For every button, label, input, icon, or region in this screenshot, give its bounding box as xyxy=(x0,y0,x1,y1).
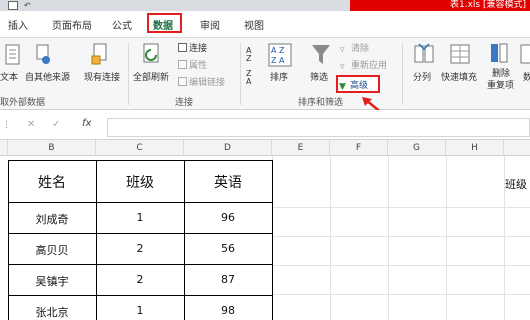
data-validation-icon xyxy=(520,44,530,64)
sort-z-a-button[interactable]: Z A xyxy=(246,70,256,86)
table-cell[interactable]: 张北京 xyxy=(8,304,96,320)
cancel-icon[interactable]: ✕ xyxy=(27,119,35,130)
fx-icon[interactable]: fx xyxy=(82,118,91,129)
window-title: 表1.xls [兼容模式] xyxy=(450,0,526,10)
flash-fill-button[interactable]: 快速填充 xyxy=(441,70,477,83)
name-box-dots: ⋮ xyxy=(2,120,11,130)
table-cell[interactable]: 吴镇宇 xyxy=(8,273,96,289)
flash-fill-icon xyxy=(450,44,470,64)
remove-duplicates-icon xyxy=(491,43,508,63)
ribbon: 文本 自其他来源 现有连接 取外部数据 全部刷新 连接 属性 编辑链接 连接 A… xyxy=(0,37,530,110)
table-header-english[interactable]: 英语 xyxy=(184,172,272,192)
formula-input[interactable] xyxy=(107,118,530,137)
table-header-class[interactable]: 班级 xyxy=(96,172,184,192)
edit-links-icon xyxy=(178,77,187,86)
text-to-columns-icon xyxy=(414,43,434,63)
filter-button[interactable]: 筛选 xyxy=(310,70,328,83)
table-cell[interactable]: 87 xyxy=(184,273,272,286)
filter-icon xyxy=(312,45,330,64)
clear-button[interactable]: ▿ 清除 xyxy=(340,41,370,55)
text-to-columns-button[interactable]: 分列 xyxy=(413,70,431,83)
clear-icon: ▿ xyxy=(340,45,345,55)
refresh-all-button[interactable]: 全部刷新 xyxy=(133,70,169,83)
svg-text:Z A: Z A xyxy=(271,56,285,65)
clear-label: 清除 xyxy=(351,44,370,54)
table-cell[interactable]: 98 xyxy=(184,304,272,317)
sort-button[interactable]: 排序 xyxy=(270,70,288,83)
from-text-icon xyxy=(5,44,20,65)
column-header-b[interactable]: B xyxy=(8,140,96,156)
table-cell[interactable]: 2 xyxy=(96,273,184,286)
tab-view[interactable]: 视图 xyxy=(244,17,264,32)
advanced-filter-label: 高级 xyxy=(350,81,369,91)
table-cell[interactable]: 1 xyxy=(96,211,184,224)
data-validation-button[interactable]: 数 xyxy=(523,70,530,83)
ribbon-tabs: 插入 页面布局 公式 数据 审阅 视图 xyxy=(0,11,530,37)
properties-button[interactable]: 属性 xyxy=(178,58,207,71)
from-other-sources-button[interactable]: 自其他来源 xyxy=(25,70,70,83)
tab-data-highlight xyxy=(147,13,182,33)
refresh-all-icon xyxy=(143,43,159,63)
group-connections-label: 连接 xyxy=(175,98,194,108)
group-separator xyxy=(402,43,403,105)
properties-label: 属性 xyxy=(189,61,208,71)
reapply-icon: ▿ xyxy=(340,62,345,72)
group-get-external-label: 取外部数据 xyxy=(0,98,46,108)
column-header-f[interactable]: F xyxy=(330,140,388,156)
advanced-filter-icon: ▼ xyxy=(339,82,346,92)
criteria-header-class[interactable]: 班级 xyxy=(505,176,530,192)
tab-page-layout[interactable]: 页面布局 xyxy=(52,17,92,32)
from-text-button[interactable]: 文本 xyxy=(0,70,18,83)
svg-text:A Z: A Z xyxy=(271,46,285,55)
sort-icon: A Z Z A xyxy=(268,43,292,67)
column-header-d[interactable]: D xyxy=(184,140,272,156)
table-header-name[interactable]: 姓名 xyxy=(8,172,96,192)
select-all-corner[interactable] xyxy=(0,140,8,156)
column-header-e[interactable]: E xyxy=(272,140,330,156)
tab-review[interactable]: 审阅 xyxy=(200,17,220,32)
edit-links-button[interactable]: 编辑链接 xyxy=(178,75,225,88)
tab-insert[interactable]: 插入 xyxy=(8,17,28,32)
remove-duplicates-label-2[interactable]: 重复项 xyxy=(487,78,514,91)
title-bar: ↶ 表1.xls [兼容模式] xyxy=(0,0,530,11)
existing-connections-icon xyxy=(91,43,107,65)
sort-a-z-button[interactable]: A Z xyxy=(246,47,256,63)
save-icon[interactable] xyxy=(8,1,18,10)
table-cell[interactable]: 刘成奇 xyxy=(8,211,96,227)
from-other-sources-icon xyxy=(36,44,50,64)
group-separator xyxy=(240,43,241,105)
edit-links-label: 编辑链接 xyxy=(189,78,226,88)
table-cell[interactable]: 高贝贝 xyxy=(8,242,96,258)
connections-button[interactable]: 连接 xyxy=(178,41,207,54)
group-sort-filter-label: 排序和筛选 xyxy=(298,98,344,108)
connections-icon xyxy=(178,43,187,52)
column-header-c[interactable]: C xyxy=(96,140,184,156)
enter-icon[interactable]: ✓ xyxy=(52,119,60,130)
connections-label: 连接 xyxy=(189,44,208,54)
column-header-h[interactable]: H xyxy=(446,140,504,156)
table-cell[interactable]: 1 xyxy=(96,304,184,317)
reapply-button[interactable]: ▿ 重新应用 xyxy=(340,58,388,72)
reapply-label: 重新应用 xyxy=(351,61,388,71)
undo-icon[interactable]: ↶ xyxy=(24,2,31,10)
column-header-g[interactable]: G xyxy=(388,140,446,156)
advanced-filter-button[interactable]: ▼ 高级 xyxy=(339,78,369,92)
properties-icon xyxy=(178,60,187,69)
table-cell[interactable]: 56 xyxy=(184,242,272,255)
existing-connections-button[interactable]: 现有连接 xyxy=(84,70,120,83)
group-separator xyxy=(128,43,129,105)
tab-formulas[interactable]: 公式 xyxy=(112,17,132,32)
table-cell[interactable]: 2 xyxy=(96,242,184,255)
table-cell[interactable]: 96 xyxy=(184,211,272,224)
